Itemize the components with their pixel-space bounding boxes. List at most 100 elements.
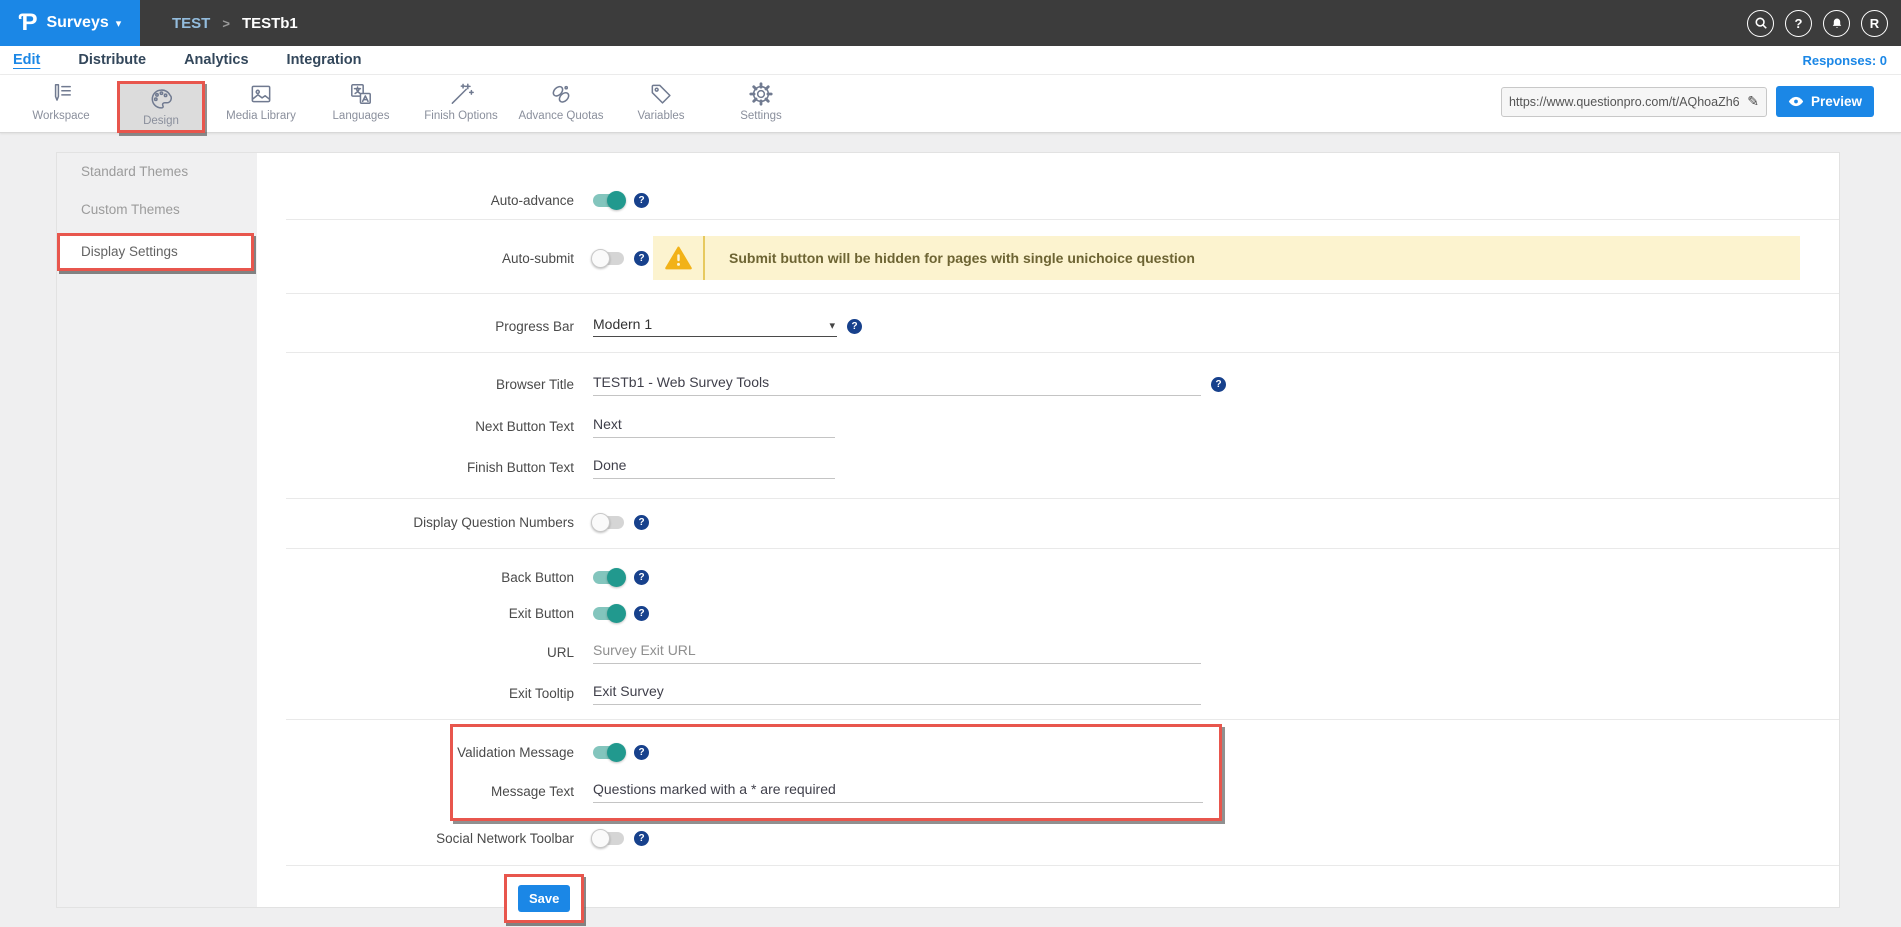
toolbar-item-media-library[interactable]: Media Library: [211, 81, 311, 129]
exit-tooltip-row: Exit Tooltip: [257, 678, 1839, 708]
finish-button-text-row: Finish Button Text: [257, 452, 1839, 482]
question-mark-icon: ?: [1795, 16, 1803, 31]
variables-icon: [648, 81, 674, 107]
survey-url-input[interactable]: [1509, 95, 1743, 109]
validation-annotation-box: Validation Message ? Message Text: [450, 724, 1222, 821]
social-network-toolbar-toggle[interactable]: [593, 832, 624, 845]
back-button-toggle[interactable]: [593, 571, 624, 584]
design-icon: [148, 86, 174, 112]
help-icon[interactable]: ?: [634, 831, 649, 846]
display-settings-card: Standard Themes Custom Themes Display Se…: [56, 152, 1840, 908]
toolbar-item-finish-options[interactable]: Finish Options: [411, 81, 511, 129]
surveys-product-menu[interactable]: Ƥ Surveys ▾: [0, 0, 140, 46]
exit-tooltip-input[interactable]: [593, 681, 1201, 705]
exit-url-input[interactable]: [593, 640, 1201, 664]
toolbar-item-languages[interactable]: Languages: [311, 81, 411, 129]
display-question-numbers-toggle[interactable]: [593, 516, 624, 529]
toolbar-item-design[interactable]: Design: [117, 81, 205, 133]
languages-icon: [348, 81, 374, 107]
exit-button-row: Exit Button ?: [257, 598, 1839, 628]
toolbar-item-workspace[interactable]: Workspace: [11, 81, 111, 129]
validation-message-label: Validation Message: [453, 745, 574, 760]
social-network-toolbar-row: Social Network Toolbar ?: [257, 823, 1839, 853]
social-network-toolbar-label: Social Network Toolbar: [257, 831, 574, 846]
message-text-input[interactable]: [593, 779, 1203, 803]
questionpro-logo-icon: Ƥ: [19, 11, 38, 35]
search-button[interactable]: [1747, 10, 1774, 37]
breadcrumb: TEST > TESTb1: [172, 15, 298, 32]
progress-bar-row: Progress Bar Modern 1 ▾ ?: [257, 309, 1839, 343]
browser-title-input[interactable]: [593, 372, 1201, 396]
tab-edit[interactable]: Edit: [13, 52, 40, 68]
product-menu-label: Surveys: [46, 14, 108, 32]
sidebar-item-custom-themes[interactable]: Custom Themes: [57, 191, 257, 229]
eye-icon: [1788, 95, 1804, 108]
settings-icon: [748, 81, 774, 107]
sidebar-item-standard-themes[interactable]: Standard Themes: [57, 153, 257, 191]
finish-button-text-label: Finish Button Text: [257, 460, 574, 475]
preview-button[interactable]: Preview: [1776, 86, 1874, 117]
auto-submit-toggle[interactable]: [593, 252, 624, 265]
edit-toolbar: Workspace Design Media Library Languages…: [0, 75, 1901, 133]
sidebar-item-display-settings[interactable]: Display Settings: [57, 233, 254, 271]
validation-message-row: Validation Message ?: [453, 737, 1219, 767]
help-icon[interactable]: ?: [634, 193, 649, 208]
display-question-numbers-label: Display Question Numbers: [257, 515, 574, 530]
help-icon[interactable]: ?: [634, 251, 649, 266]
help-icon[interactable]: ?: [847, 319, 862, 334]
edit-url-icon[interactable]: ✎: [1747, 93, 1759, 110]
next-button-text-label: Next Button Text: [257, 419, 574, 434]
save-button[interactable]: Save: [518, 885, 570, 912]
tab-analytics[interactable]: Analytics: [184, 52, 248, 68]
exit-url-label: URL: [257, 645, 574, 660]
toolbar-item-settings[interactable]: Settings: [711, 81, 811, 129]
themes-sidebar: Standard Themes Custom Themes Display Se…: [57, 153, 257, 907]
browser-title-label: Browser Title: [257, 377, 574, 392]
exit-tooltip-label: Exit Tooltip: [257, 686, 574, 701]
toolbar-item-advance-quotas[interactable]: Advance Quotas: [511, 81, 611, 129]
finish-options-icon: [448, 81, 474, 107]
tab-distribute[interactable]: Distribute: [78, 52, 146, 68]
help-icon[interactable]: ?: [1211, 377, 1226, 392]
media-library-icon: [248, 81, 274, 107]
help-icon[interactable]: ?: [634, 606, 649, 621]
exit-url-row: URL: [257, 637, 1839, 667]
chevron-down-icon: ▾: [116, 17, 122, 30]
finish-button-text-input[interactable]: [593, 455, 835, 479]
chevron-down-icon: ▾: [829, 319, 835, 332]
page-background: Standard Themes Custom Themes Display Se…: [0, 133, 1901, 927]
user-avatar[interactable]: R: [1861, 10, 1888, 37]
breadcrumb-folder[interactable]: TEST: [172, 15, 210, 32]
validation-message-toggle[interactable]: [593, 746, 624, 759]
help-icon[interactable]: ?: [634, 515, 649, 530]
bell-icon: [1830, 16, 1844, 31]
search-icon: [1754, 16, 1768, 30]
help-button[interactable]: ?: [1785, 10, 1812, 37]
help-icon[interactable]: ?: [634, 745, 649, 760]
browser-title-row: Browser Title ?: [257, 369, 1839, 399]
warning-message: Submit button will be hidden for pages w…: [705, 250, 1195, 266]
back-button-row: Back Button ?: [257, 562, 1839, 592]
display-question-numbers-row: Display Question Numbers ?: [257, 507, 1839, 537]
auto-advance-label: Auto-advance: [257, 193, 574, 208]
notifications-button[interactable]: [1823, 10, 1850, 37]
auto-advance-row: Auto-advance ?: [257, 153, 1839, 208]
auto-advance-toggle[interactable]: [593, 194, 624, 207]
responses-count[interactable]: Responses: 0: [1802, 53, 1887, 68]
auto-submit-warning-banner: Submit button will be hidden for pages w…: [653, 236, 1800, 280]
progress-bar-label: Progress Bar: [257, 319, 574, 334]
breadcrumb-separator-icon: >: [222, 16, 230, 31]
save-annotation-box: Save: [504, 874, 584, 923]
workspace-icon: [48, 81, 74, 107]
advance-quotas-icon: [548, 81, 574, 107]
exit-button-toggle[interactable]: [593, 607, 624, 620]
message-text-label: Message Text: [453, 784, 574, 799]
avatar-initial: R: [1870, 16, 1879, 31]
help-icon[interactable]: ?: [634, 570, 649, 585]
tab-integration[interactable]: Integration: [287, 52, 362, 68]
next-button-text-input[interactable]: [593, 414, 835, 438]
exit-button-label: Exit Button: [257, 606, 574, 621]
top-header-bar: Ƥ Surveys ▾ TEST > TESTb1 ? R: [0, 0, 1901, 46]
progress-bar-select[interactable]: Modern 1 ▾: [593, 316, 837, 337]
toolbar-item-variables[interactable]: Variables: [611, 81, 711, 129]
